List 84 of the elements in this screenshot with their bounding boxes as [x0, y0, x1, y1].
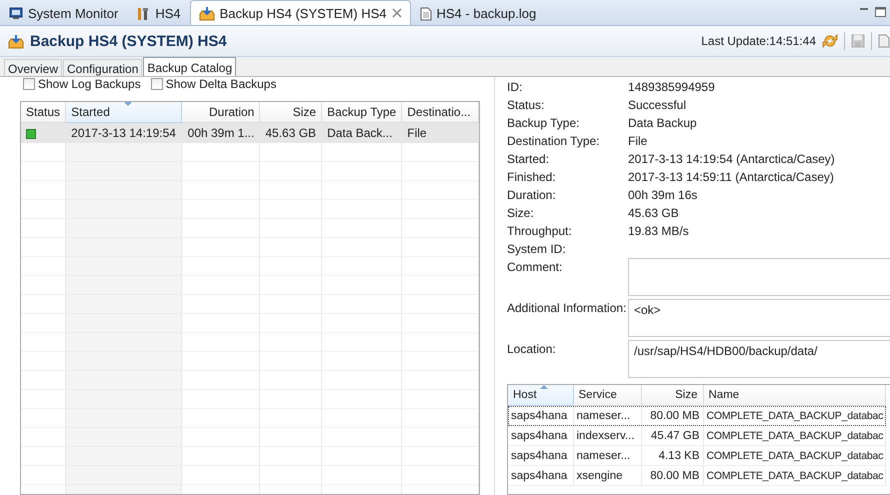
backup-icon: [8, 34, 24, 48]
sort-arrow-icon: [124, 102, 132, 106]
field-label: Additional Information:: [507, 300, 628, 315]
last-update-text: Last Update:14:51:44: [701, 34, 816, 48]
field-value: 00h 39m 16s: [628, 188, 698, 202]
checkbox[interactable]: [150, 78, 163, 90]
table-cell: 45.63 GB: [265, 126, 316, 140]
column-header[interactable]: Destinatio...: [402, 102, 478, 122]
tools-icon: [136, 6, 150, 20]
field-label: Location:: [507, 341, 557, 356]
field-value: Successful: [628, 98, 688, 112]
field-label: Throughput:: [507, 224, 573, 238]
field-label: Duration:: [507, 188, 557, 202]
field-label: Status:: [507, 98, 546, 112]
field-value: 2017-3-13 14:19:54 (Antarctica/Casey): [628, 152, 836, 166]
focused-row[interactable]: saps4hana nameser... 80.00 MB COMPLETE_DATA_BACKUP_databac: [508, 406, 886, 426]
field-value: 1489385994959: [628, 80, 716, 94]
column-header[interactable]: Backup Type: [322, 102, 402, 122]
field-label: Finished:: [507, 170, 557, 184]
table-cell: 80.00 MB: [650, 470, 700, 482]
field-label: Comment:: [507, 259, 564, 274]
checkbox[interactable]: [23, 78, 35, 90]
maximize-icon[interactable]: [875, 7, 886, 17]
file-icon: [420, 6, 432, 20]
editor-tab[interactable]: System Monitor: [0, 1, 128, 25]
field-label: Destination Type:: [507, 134, 601, 148]
field-label: Backup Type:: [507, 116, 580, 130]
table-cell: 4.13 KB: [658, 450, 700, 462]
table-cell: File: [407, 126, 427, 140]
text-area[interactable]: /usr/sap/HS4/HDB00/backup/data/: [628, 340, 890, 378]
editor-tab[interactable]: Backup HS4 (SYSTEM) HS4: [190, 0, 410, 25]
field-label: Size:: [507, 206, 535, 220]
table-cell: 2017-3-13 14:19:54: [71, 126, 176, 140]
save-icon[interactable]: [851, 34, 865, 48]
refresh-icon[interactable]: [822, 33, 838, 49]
table-cell: saps4hana: [511, 430, 568, 442]
text-area[interactable]: <ok>: [628, 299, 890, 337]
view-tab[interactable]: Configuration: [63, 59, 142, 76]
editor-tab[interactable]: HS4 - backup.log: [410, 1, 546, 25]
text-area[interactable]: [628, 258, 890, 296]
column-header[interactable]: Status: [21, 102, 66, 122]
table-cell: nameser...: [576, 410, 630, 422]
document-icon[interactable]: [878, 34, 890, 48]
table-cell: COMPLETE_DATA_BACKUP_databac: [706, 450, 884, 462]
field-label: ID:: [507, 80, 524, 94]
table-cell: Data Back...: [327, 126, 392, 140]
column-header[interactable]: Started: [66, 102, 182, 122]
table-cell: saps4hana: [511, 470, 568, 482]
sort-arrow-icon: [540, 385, 548, 389]
checkbox-label: Show Log Backups: [38, 77, 141, 91]
column-header[interactable]: Duration: [181, 102, 260, 122]
checkbox-label: Show Delta Backups: [166, 77, 276, 91]
view-tab[interactable]: Overview: [4, 59, 62, 76]
table-cell: saps4hana: [511, 450, 568, 462]
minimize-icon[interactable]: [859, 7, 869, 11]
field-value: 2017-3-13 14:59:11 (Antarctica/Casey): [628, 170, 835, 184]
table-cell: 80.00 MB: [650, 410, 700, 422]
column-header[interactable]: Host: [508, 385, 573, 406]
column-header[interactable]: Size: [641, 385, 703, 406]
monitor-icon: [9, 7, 23, 20]
field-label: System ID:: [507, 242, 567, 256]
backup-icon: [198, 6, 215, 20]
view-tab[interactable]: Backup Catalog: [143, 57, 236, 76]
field-value: File: [628, 134, 648, 148]
table-cell: indexserv...: [576, 430, 634, 442]
field-value: 19.83 MB/s: [628, 224, 690, 238]
table-cell: saps4hana: [511, 410, 568, 422]
column-header[interactable]: Name: [703, 385, 886, 406]
column-header[interactable]: Service: [573, 385, 641, 406]
backup-row[interactable]: 2017-3-13 14:19:54 00h 39m 1... 45.63 GB Data Back... File: [21, 122, 478, 143]
table-cell: 45.47 GB: [650, 430, 700, 442]
table-cell: COMPLETE_DATA_BACKUP_databac: [706, 430, 884, 442]
field-label: Started:: [507, 152, 550, 166]
close-icon[interactable]: [392, 8, 402, 18]
column-header[interactable]: Size: [260, 102, 322, 122]
table-cell: nameser...: [576, 450, 630, 462]
table-cell: COMPLETE_DATA_BACKUP_databac: [706, 470, 884, 482]
table-cell: COMPLETE_DATA_BACKUP_databac: [706, 410, 884, 422]
field-value: 45.63 GB: [628, 206, 680, 220]
table-cell: 00h 39m 1...: [188, 126, 254, 140]
field-value: Data Backup: [628, 116, 698, 130]
page-title: Backup HS4 (SYSTEM) HS4: [30, 32, 227, 50]
editor-tab[interactable]: HS4: [127, 1, 190, 25]
table-cell: xsengine: [576, 470, 623, 482]
